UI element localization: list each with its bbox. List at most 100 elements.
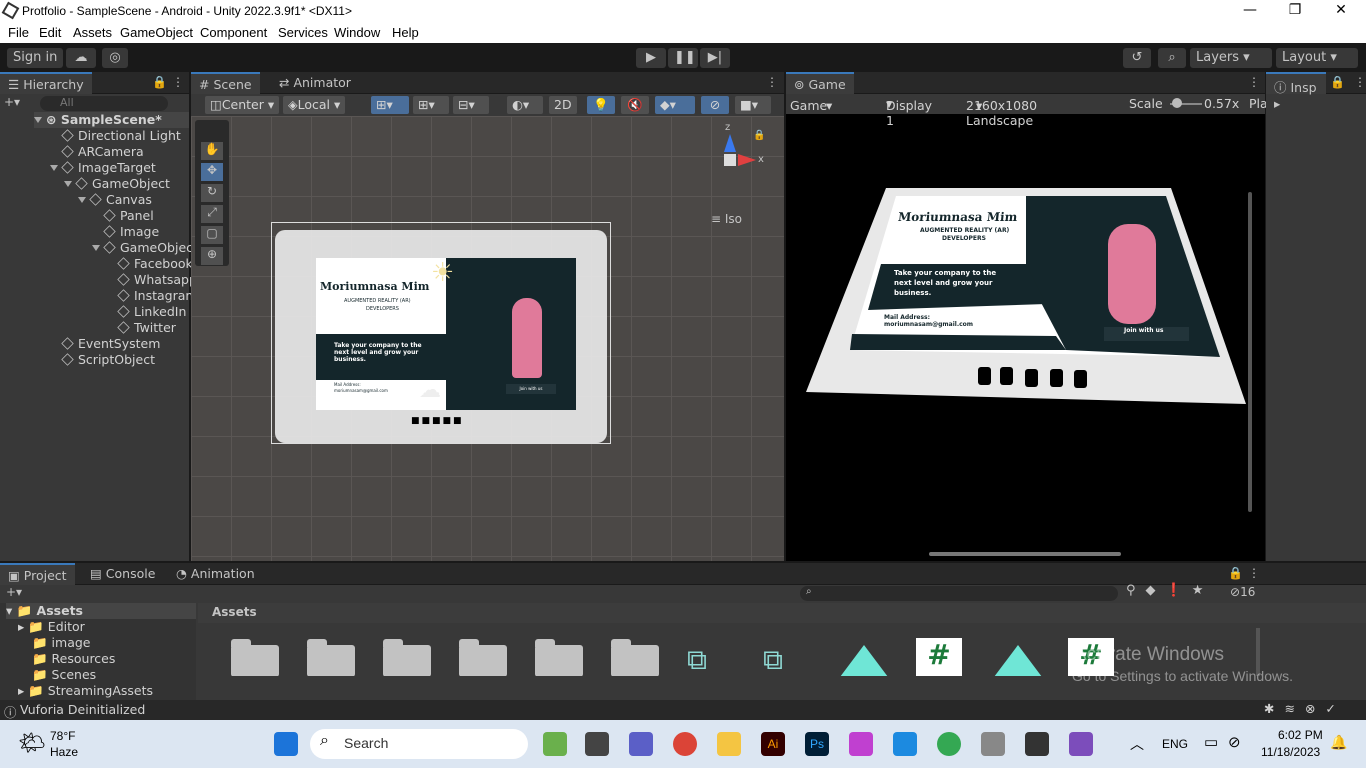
- whatsapp-icon[interactable]: [1074, 370, 1087, 388]
- facebook-icon[interactable]: [978, 367, 991, 385]
- tree-item[interactable]: 📁 Scenes: [32, 667, 96, 683]
- unity-hub-icon[interactable]: [981, 732, 1005, 756]
- display-dropdown[interactable]: Display 1 ▾: [886, 96, 932, 128]
- hierarchy-item[interactable]: Twitter: [117, 320, 176, 336]
- hierarchy-item[interactable]: GameObject: [64, 176, 170, 192]
- tab-project[interactable]: ▣ Project: [0, 563, 75, 585]
- copilot-icon[interactable]: [543, 732, 567, 756]
- task-view-icon[interactable]: [585, 732, 609, 756]
- visibility-icon[interactable]: ⊘: [701, 96, 729, 114]
- hierarchy-item[interactable]: Panel: [103, 208, 154, 224]
- hierarchy-item[interactable]: Facebook: [117, 256, 193, 272]
- game-scrollbar[interactable]: [929, 552, 1121, 556]
- taskbar-search-input[interactable]: Search: [310, 729, 528, 759]
- folder-icon[interactable]: [383, 639, 431, 677]
- cloud-event-icon[interactable]: ☁: [419, 378, 441, 403]
- maximize-button[interactable]: ❐: [1280, 2, 1310, 18]
- hierarchy-item[interactable]: LinkedIn: [117, 304, 186, 320]
- layers-dropdown[interactable]: Layers ▾: [1190, 48, 1272, 68]
- hierarchy-item[interactable]: Directional Light: [61, 128, 181, 144]
- toggle-2d-button[interactable]: 2D: [549, 96, 577, 114]
- file-explorer-icon[interactable]: [717, 732, 741, 756]
- photoshop-icon[interactable]: Ps: [805, 732, 829, 756]
- tree-item[interactable]: ▸ 📁 StreamingAssets: [18, 683, 153, 699]
- unity-editor-icon[interactable]: [1025, 732, 1049, 756]
- scene-viewport[interactable]: ✋ ✥ ↻ ⤢ ▢ ⊕ z x 🔒 ≡ Iso Moriumnasa Mim A…: [191, 116, 784, 561]
- move-tool-icon[interactable]: ✥: [201, 163, 223, 181]
- hierarchy-item[interactable]: ScriptObject: [61, 352, 155, 368]
- scene-row[interactable]: ⊛ SampleScene*: [34, 112, 189, 128]
- menu-assets[interactable]: Assets: [73, 25, 112, 40]
- menu-services[interactable]: Services: [278, 25, 328, 40]
- shading-mode-icon[interactable]: ◐▾: [507, 96, 543, 114]
- start-icon[interactable]: [274, 732, 298, 756]
- hierarchy-item[interactable]: Instagram: [117, 288, 198, 304]
- more-icon[interactable]: ⋮: [1248, 75, 1260, 89]
- tree-item[interactable]: 📁 Resources: [32, 651, 115, 667]
- effects-icon[interactable]: ◆▾: [655, 96, 695, 114]
- tab-inspector[interactable]: ⓘ Insp ▸: [1266, 72, 1326, 111]
- history-icon[interactable]: ↺: [1123, 48, 1151, 68]
- lighting-icon[interactable]: 💡: [587, 96, 615, 114]
- tab-game[interactable]: ⊚ Game: [786, 72, 854, 94]
- add-asset-button[interactable]: +▾: [6, 585, 22, 599]
- project-filter-icons[interactable]: ⚲◆❗★: [1126, 583, 1213, 598]
- tree-item[interactable]: 📁 image: [32, 635, 90, 651]
- menu-help[interactable]: Help: [392, 25, 419, 40]
- pivot-local-dropdown[interactable]: ◈Local ▾: [283, 96, 346, 114]
- sign-in-button[interactable]: Sign in: [7, 48, 64, 68]
- expand-icon[interactable]: [34, 117, 42, 123]
- expand-icon[interactable]: [50, 165, 58, 171]
- minimize-button[interactable]: —: [1235, 2, 1265, 18]
- notification-icon[interactable]: 🔔: [1330, 734, 1347, 751]
- chrome-icon[interactable]: [673, 732, 697, 756]
- tab-animator[interactable]: ⇄ Animator: [271, 72, 359, 94]
- clock-time[interactable]: 6:02 PM: [1278, 728, 1323, 742]
- hierarchy-item[interactable]: Whatsapp: [117, 272, 197, 288]
- expand-icon[interactable]: [64, 181, 72, 187]
- scale-slider-handle[interactable]: [1172, 98, 1182, 108]
- hierarchy-search-input[interactable]: All: [40, 96, 168, 111]
- cloud-icon[interactable]: ☁: [66, 48, 96, 68]
- tab-console[interactable]: ▤ Console: [82, 563, 163, 585]
- twitter-icon[interactable]: [1050, 369, 1063, 387]
- weather-icon[interactable]: 🌤: [18, 730, 46, 756]
- camera-icon[interactable]: ■▾: [735, 96, 771, 114]
- transform-tool-icon[interactable]: ⊕: [201, 247, 223, 265]
- iso-label[interactable]: ≡ Iso: [711, 212, 742, 226]
- lock-icon[interactable]: 🔒: [152, 75, 167, 89]
- clock-date[interactable]: 11/18/2023: [1261, 745, 1320, 759]
- breadcrumb-label[interactable]: Assets: [212, 605, 257, 619]
- instagram-icon[interactable]: [1000, 367, 1013, 385]
- more-icon[interactable]: ⋮: [1248, 566, 1260, 580]
- app-icon[interactable]: [849, 732, 873, 756]
- gizmo-lock-icon[interactable]: 🔒: [753, 130, 765, 141]
- menu-file[interactable]: File: [8, 25, 29, 40]
- hand-tool-icon[interactable]: ✋: [201, 142, 223, 160]
- search-icon[interactable]: ⌕: [1158, 48, 1186, 68]
- gizmo-z-arrow[interactable]: [724, 134, 736, 152]
- play-maximized-label[interactable]: Pla: [1249, 96, 1268, 111]
- linkedin-icon[interactable]: [1025, 369, 1038, 387]
- scale-tool-icon[interactable]: ⤢: [201, 205, 223, 223]
- hierarchy-item[interactable]: ImageTarget: [50, 160, 156, 176]
- rotate-tool-icon[interactable]: ↻: [201, 184, 223, 202]
- folder-icon[interactable]: [459, 639, 507, 677]
- step-button[interactable]: ▶|: [700, 48, 730, 68]
- folder-icon[interactable]: [611, 639, 659, 677]
- lock-icon[interactable]: 🔒: [1228, 566, 1243, 580]
- grid-icon[interactable]: ⊞▾: [413, 96, 449, 114]
- close-button[interactable]: ✕: [1326, 2, 1356, 18]
- orientation-gizmo[interactable]: z x 🔒: [701, 122, 771, 198]
- add-button[interactable]: +▾: [4, 95, 30, 111]
- status-icons[interactable]: ✱≋⊗✓: [1264, 701, 1346, 716]
- menu-gameobject[interactable]: GameObject: [120, 25, 193, 40]
- visual-studio-icon[interactable]: [1069, 732, 1093, 756]
- increment-snap-icon[interactable]: ⊟▾: [453, 96, 489, 114]
- more-icon[interactable]: ⋮: [766, 75, 778, 89]
- volume-icon[interactable]: ⊘: [1228, 733, 1241, 751]
- cloud-app-icon[interactable]: [893, 732, 917, 756]
- hierarchy-item[interactable]: Canvas: [78, 192, 152, 208]
- teams-icon[interactable]: [629, 732, 653, 756]
- tab-animation[interactable]: ◔ Animation: [168, 563, 263, 585]
